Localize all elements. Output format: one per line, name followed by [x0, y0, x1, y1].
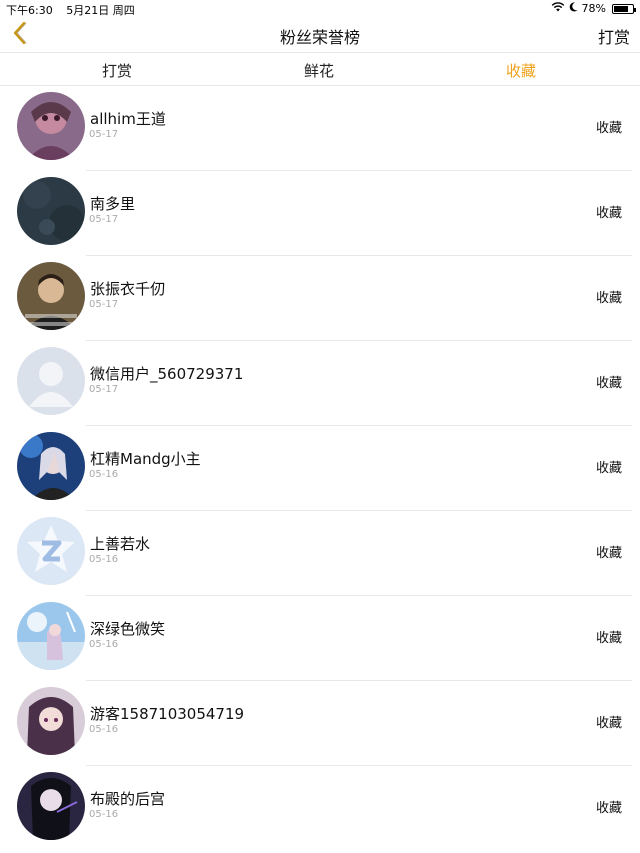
- battery-fill: [614, 5, 629, 12]
- battery-icon: [612, 3, 636, 14]
- avatar: [17, 687, 85, 755]
- fan-date: 05-17: [89, 299, 119, 310]
- favorite-label: 收藏: [595, 546, 622, 561]
- status-date: 5月21日 周四: [66, 4, 135, 17]
- avatar: [17, 262, 85, 330]
- list-item[interactable]: 上善若水 05-16 收藏: [0, 511, 640, 596]
- favorite-label: 收藏: [595, 716, 622, 731]
- moon-icon: [569, 2, 578, 15]
- favorite-label: 收藏: [595, 801, 622, 816]
- fan-name: 游客1587103054719: [90, 705, 245, 723]
- fan-name: 上善若水: [90, 535, 151, 553]
- fan-name: 南多里: [90, 195, 136, 213]
- fan-date: 05-17: [89, 214, 119, 225]
- fan-date: 05-16: [89, 639, 119, 650]
- favorite-label: 收藏: [595, 206, 622, 221]
- fan-name: 张振衣千仞: [90, 280, 166, 298]
- battery-percent: 78%: [581, 2, 606, 15]
- avatar: [17, 772, 85, 840]
- fan-date: 05-16: [89, 554, 119, 565]
- page-title: 粉丝荣誉榜: [279, 28, 360, 47]
- status-right: 78%: [551, 2, 636, 15]
- fan-date: 05-16: [89, 809, 119, 820]
- fan-date: 05-17: [89, 384, 119, 395]
- favorite-label: 收藏: [595, 461, 622, 476]
- avatar: [17, 432, 85, 500]
- fan-name: 深绿色微笑: [90, 620, 166, 638]
- fan-date: 05-16: [89, 724, 119, 735]
- list-item[interactable]: 杠精Mandg小主 05-16 收藏: [0, 426, 640, 511]
- favorite-label: 收藏: [595, 376, 622, 391]
- fan-name: allhim王道: [90, 110, 166, 128]
- avatar: [17, 177, 85, 245]
- list-item[interactable]: 深绿色微笑 05-16 收藏: [0, 596, 640, 681]
- fan-name: 布殿的后宫: [90, 790, 166, 808]
- fan-name: 微信用户_560729371: [90, 365, 244, 383]
- tip-button[interactable]: 打赏: [598, 24, 630, 48]
- avatar: [17, 517, 85, 585]
- wifi-icon: [551, 2, 565, 15]
- avatar: [17, 602, 85, 670]
- list-item[interactable]: 布殿的后宫 05-16 收藏: [0, 766, 640, 851]
- tab-flowers[interactable]: 鲜花: [259, 60, 379, 81]
- favorite-label: 收藏: [595, 121, 622, 136]
- list-item[interactable]: 微信用户_560729371 05-17 收藏: [0, 341, 640, 426]
- status-time: 下午6:30: [6, 4, 53, 17]
- status-bar: 下午6:30 5月21日 周四 78%: [0, 0, 640, 18]
- list-item[interactable]: 游客1587103054719 05-16 收藏: [0, 681, 640, 766]
- list-item[interactable]: allhim王道 05-17 收藏: [0, 86, 640, 171]
- avatar: [17, 347, 85, 415]
- fan-name: 杠精Mandg小主: [90, 450, 201, 468]
- tab-tip[interactable]: 打赏: [57, 60, 177, 81]
- fan-date: 05-17: [89, 129, 119, 140]
- list-item[interactable]: 张振衣千仞 05-17 收藏: [0, 256, 640, 341]
- avatar: [17, 92, 85, 160]
- favorite-label: 收藏: [595, 291, 622, 306]
- fan-date: 05-16: [89, 469, 119, 480]
- tab-bar: 打赏 鲜花 收藏: [0, 52, 640, 86]
- favorite-label: 收藏: [595, 631, 622, 646]
- list-item[interactable]: 南多里 05-17 收藏: [0, 171, 640, 256]
- status-left: 下午6:30 5月21日 周四: [6, 2, 135, 18]
- tab-favorites[interactable]: 收藏: [461, 60, 581, 81]
- nav-bar: 粉丝荣誉榜 打赏: [0, 18, 640, 52]
